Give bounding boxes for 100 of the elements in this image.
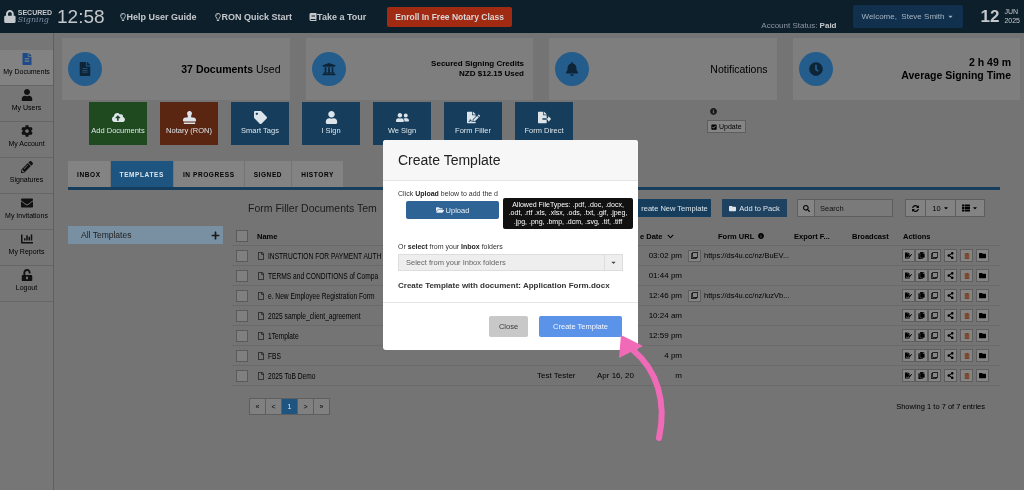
copy-icon [918, 332, 925, 339]
template-name: FBS [268, 350, 281, 361]
copy-icon [918, 252, 925, 259]
bell-icon [555, 52, 589, 86]
folder-item[interactable]: All Templates [68, 226, 223, 244]
stamp-icon [182, 111, 196, 125]
copy-button[interactable] [915, 369, 928, 382]
select-all-checkbox[interactable] [236, 230, 248, 242]
copy-button[interactable] [915, 309, 928, 322]
folder-icon [979, 292, 986, 299]
file-signature-icon [905, 372, 912, 379]
file-signature-icon [905, 312, 912, 319]
clone-button[interactable] [928, 289, 941, 302]
clone-button[interactable] [928, 269, 941, 282]
folder-button[interactable] [976, 329, 989, 342]
folder-icon [729, 204, 737, 212]
edit-button[interactable] [902, 309, 915, 322]
share-icon [947, 372, 954, 379]
share-button[interactable] [944, 369, 957, 382]
row-checkbox[interactable] [236, 289, 248, 302]
copy-icon [691, 292, 698, 299]
share-button[interactable] [944, 269, 957, 282]
copy-button[interactable] [915, 249, 928, 262]
clone-button[interactable] [928, 329, 941, 342]
file-signature-icon [466, 111, 480, 125]
gear-icon [20, 125, 33, 137]
row-checkbox[interactable] [236, 329, 248, 342]
share-icon [947, 332, 954, 339]
row-checkbox[interactable] [236, 249, 248, 262]
envelope-icon [20, 197, 33, 209]
list-icon [962, 204, 970, 212]
edit-button[interactable] [902, 269, 915, 282]
edit-button[interactable] [902, 329, 915, 342]
template-name: 1Template [268, 330, 299, 341]
copy-button[interactable] [915, 329, 928, 342]
clone-icon [931, 272, 938, 279]
folder-button[interactable] [976, 249, 989, 262]
share-button[interactable] [944, 349, 957, 362]
table-cell: 12:59 pm [648, 331, 682, 340]
clone-button[interactable] [928, 369, 941, 382]
share-button[interactable] [944, 309, 957, 322]
edit-button[interactable] [902, 289, 915, 302]
header-link[interactable]: RON Quick Start [207, 11, 293, 22]
file-signature-icon [905, 292, 912, 299]
copy-button[interactable] [915, 349, 928, 362]
columns-button[interactable] [956, 200, 984, 216]
account-status: Account Status: Paid [761, 21, 837, 30]
clock-icon [798, 52, 833, 86]
chevron-icon [666, 232, 674, 240]
clone-button[interactable] [928, 349, 941, 362]
caret-icon [972, 205, 978, 211]
file-signature-icon [905, 252, 912, 259]
stat-text: Average Signing Time [901, 69, 1011, 82]
copy-button[interactable] [688, 289, 701, 302]
caret-icon [610, 259, 617, 266]
copy-icon [918, 272, 925, 279]
clone-icon [931, 292, 938, 299]
lightbulb-icon [118, 12, 127, 21]
folder-icon [979, 312, 986, 319]
folder-button[interactable] [976, 349, 989, 362]
bar-chart-icon [20, 233, 33, 245]
folder-button[interactable] [976, 289, 989, 302]
row-checkbox[interactable] [236, 349, 248, 362]
copy-icon [918, 352, 925, 359]
info-icon [710, 108, 717, 115]
stat-text: Secured Signing Credits [431, 59, 524, 69]
row-checkbox[interactable] [236, 369, 248, 382]
clone-icon [931, 312, 938, 319]
table-cell: Apr 16, 20 [597, 371, 634, 380]
row-checkbox[interactable] [236, 269, 248, 282]
clone-button[interactable] [928, 309, 941, 322]
copy-button[interactable] [688, 249, 701, 262]
stat-text: NZD $12.15 Used [459, 69, 524, 79]
copy-button[interactable] [915, 289, 928, 302]
share-button[interactable] [944, 249, 957, 262]
header-link[interactable]: Help User Guide [112, 11, 197, 22]
row-checkbox[interactable] [236, 309, 248, 322]
trash-icon [963, 312, 970, 319]
file-icon [257, 331, 265, 340]
table-cell: 03:02 pm [648, 251, 682, 260]
date-day: 12 [980, 6, 1000, 27]
clone-button[interactable] [928, 249, 941, 262]
file-icon [257, 371, 265, 380]
folder-button[interactable] [976, 269, 989, 282]
edit-button[interactable] [902, 369, 915, 382]
header-link[interactable]: Take a Tour [303, 11, 367, 22]
edit-button[interactable] [902, 249, 915, 262]
clock-time: 12:58 [57, 5, 105, 28]
copy-button[interactable] [915, 269, 928, 282]
enroll-button[interactable]: Enroll In Free Notary Class [387, 6, 512, 27]
document-icon [68, 52, 102, 86]
refresh-button[interactable] [906, 200, 926, 216]
welcome-menu-button[interactable]: Welcome, Steve Smith [852, 5, 963, 28]
edit-button[interactable] [902, 349, 915, 362]
stat-text: 2 h 49 m [968, 56, 1011, 69]
share-button[interactable] [944, 289, 957, 302]
folder-button[interactable] [976, 309, 989, 322]
folder-button[interactable] [976, 369, 989, 382]
share-button[interactable] [944, 329, 957, 342]
pencil-icon [20, 161, 33, 173]
